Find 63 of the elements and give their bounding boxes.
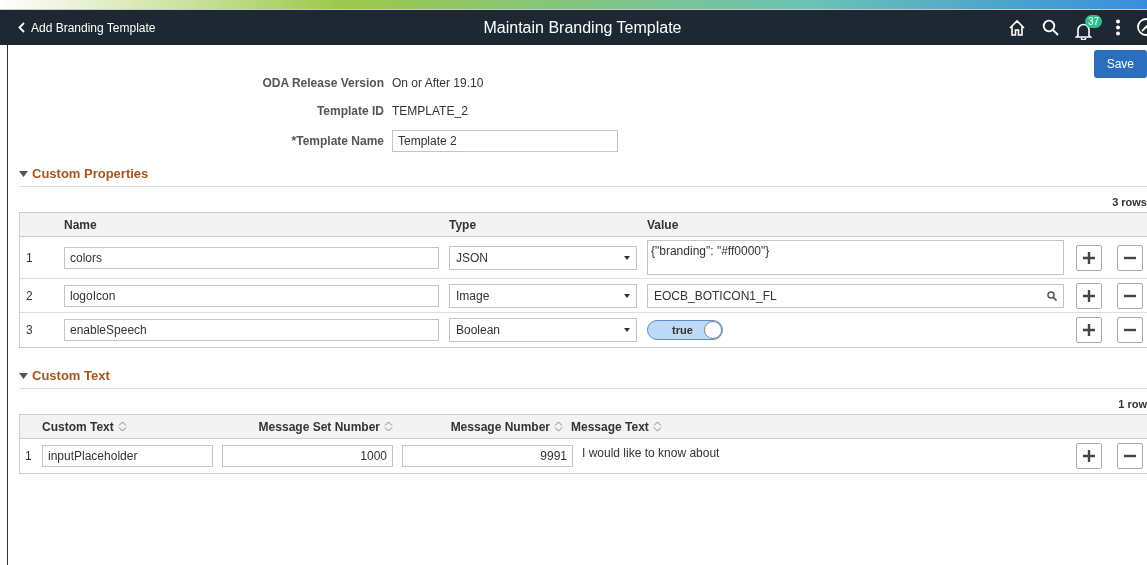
- field-label: *Template Name: [290, 133, 384, 150]
- delete-row-button[interactable]: [1117, 244, 1143, 271]
- field-value: On or After 19.10: [392, 75, 485, 92]
- name-field[interactable]: enableSpeech: [64, 319, 439, 341]
- column-header: Name: [64, 216, 98, 234]
- name-field[interactable]: logoIcon: [64, 284, 439, 307]
- name-field[interactable]: colors: [64, 246, 439, 269]
- column-header: Custom Text: [42, 418, 114, 436]
- section-header[interactable]: Custom Text: [19, 366, 1147, 389]
- sort-icon: [652, 421, 662, 432]
- add-row-button[interactable]: [1076, 244, 1102, 271]
- notification-badge: 37: [1085, 15, 1103, 29]
- column-header: Type: [449, 216, 478, 234]
- field-label: ODA Release Version: [261, 75, 384, 92]
- caret-down-icon: [624, 255, 630, 260]
- search-icon[interactable]: [1042, 19, 1059, 36]
- more-options-icon[interactable]: [1116, 19, 1120, 36]
- sort-icon: [117, 421, 127, 432]
- save-button[interactable]: Save: [1093, 50, 1147, 78]
- caret-down-icon: [624, 328, 630, 332]
- sort-icon: [554, 421, 563, 432]
- delete-row-button[interactable]: [1117, 317, 1143, 343]
- column-header: Message Number: [450, 418, 550, 436]
- delete-row-button[interactable]: [1117, 443, 1143, 469]
- caret-down-icon: [624, 293, 630, 298]
- search-icon: [1047, 290, 1057, 301]
- page-title: Maintain Branding Template: [483, 17, 682, 38]
- custom-text-field[interactable]: inputPlaceholder: [42, 445, 213, 467]
- plus-icon: [1083, 251, 1095, 264]
- back-link[interactable]: Add Branding Template: [18, 18, 156, 37]
- row-number: 1: [24, 448, 33, 465]
- value-field[interactable]: {"branding": "#ff0000"}: [647, 240, 1064, 275]
- home-icon[interactable]: [1008, 19, 1026, 36]
- plus-icon: [1083, 324, 1095, 336]
- plus-icon: [1083, 289, 1095, 302]
- plus-icon: [1083, 450, 1095, 462]
- row-number: 1: [25, 249, 34, 267]
- delete-row-button[interactable]: [1117, 282, 1143, 309]
- message-set-number-field[interactable]: 1000: [222, 445, 393, 467]
- toggle-switch[interactable]: true: [647, 320, 723, 340]
- row-number: 3: [25, 322, 34, 339]
- type-dropdown[interactable]: Boolean: [449, 318, 637, 342]
- add-row-button[interactable]: [1076, 282, 1102, 309]
- column-header: Value: [647, 216, 680, 234]
- row-count: 3 rows: [1111, 194, 1147, 210]
- chevron-left-icon: [18, 22, 25, 33]
- column-header: Message Set Number: [258, 418, 380, 436]
- template-name-field[interactable]: Template 2: [392, 130, 618, 152]
- section-header[interactable]: Custom Properties: [19, 164, 1147, 187]
- message-number-field[interactable]: 9991: [402, 445, 573, 467]
- row-number: 2: [25, 287, 34, 305]
- message-text: I would like to know about: [582, 445, 720, 462]
- value-lookup-field[interactable]: EOCB_BOTICON1_FL: [647, 283, 1064, 308]
- sort-icon: [384, 421, 393, 432]
- field-value: TEMPLATE_2: [392, 103, 469, 120]
- type-dropdown[interactable]: Image: [449, 283, 637, 308]
- row-count: 1 row: [1117, 396, 1147, 412]
- add-row-button[interactable]: [1076, 443, 1102, 469]
- column-header: Message Text: [571, 418, 649, 436]
- add-row-button[interactable]: [1076, 317, 1102, 343]
- type-dropdown[interactable]: JSON: [449, 245, 637, 270]
- field-label: Template ID: [315, 103, 384, 120]
- navigation-icon[interactable]: [1136, 18, 1147, 37]
